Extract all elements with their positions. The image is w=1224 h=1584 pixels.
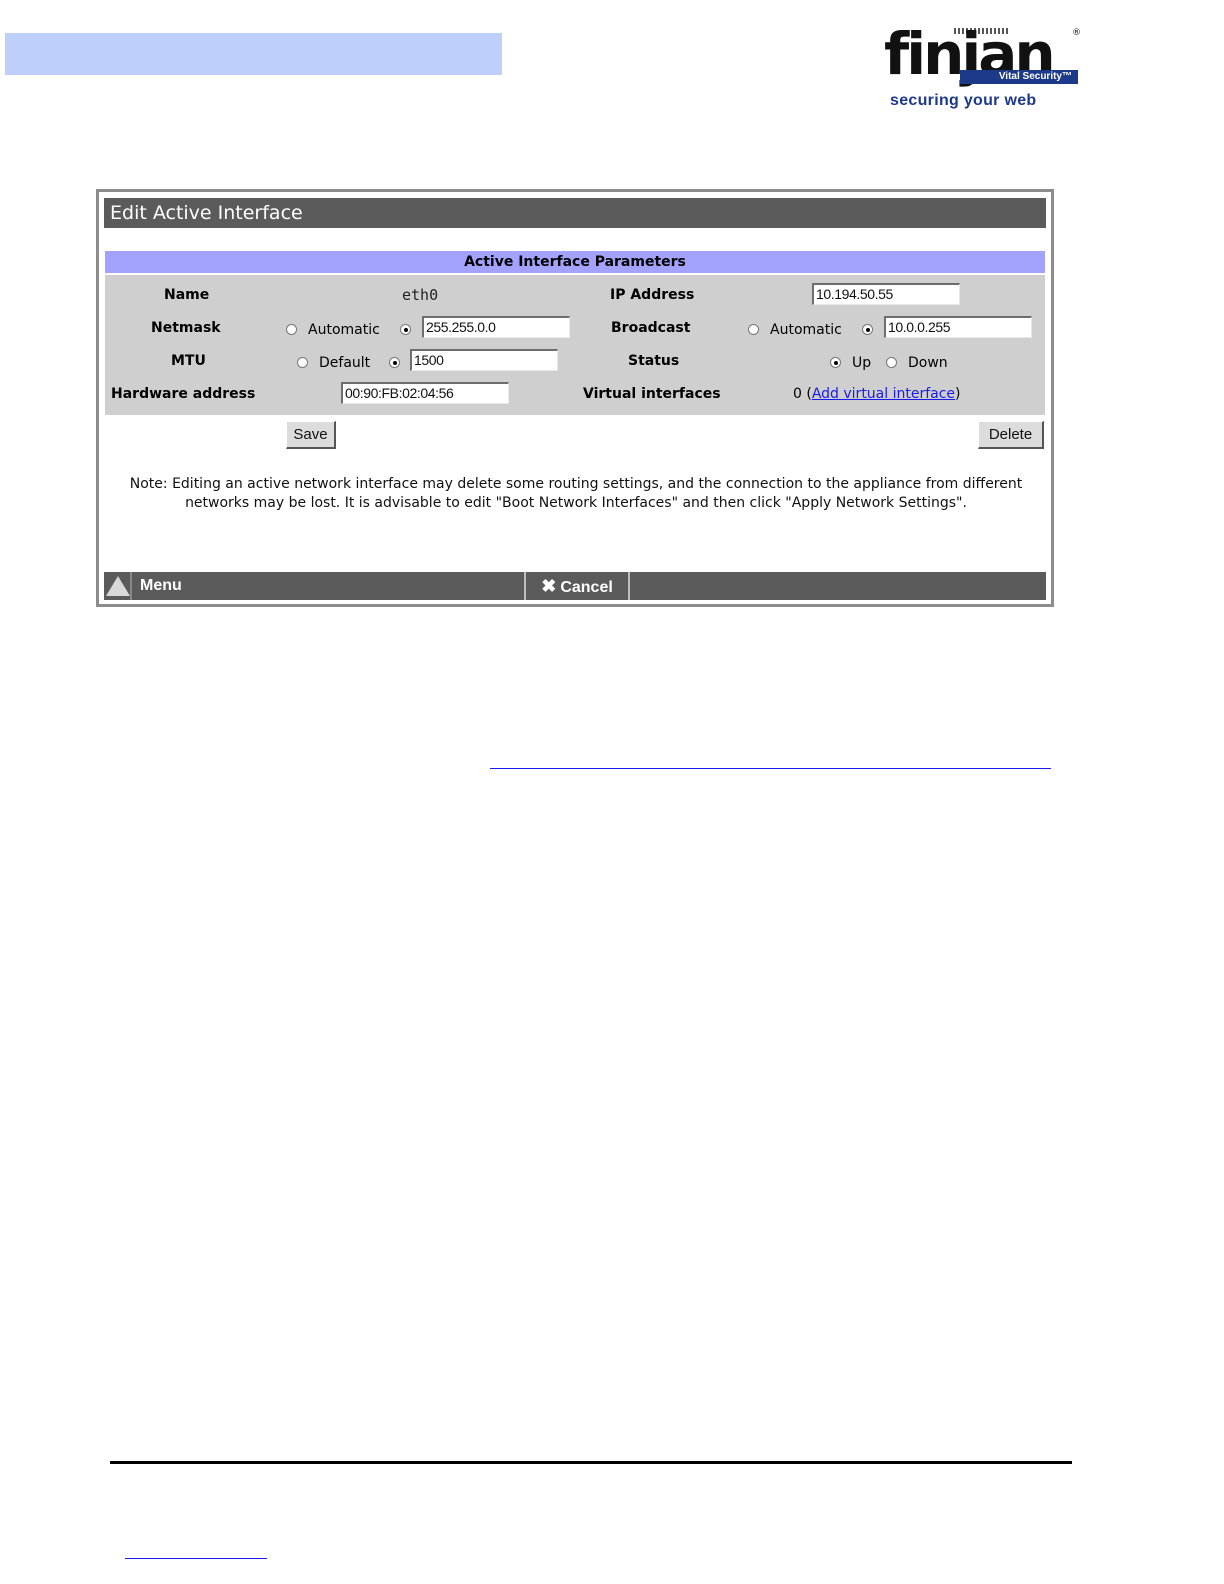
- close-icon: ✖: [541, 576, 557, 596]
- name-value: eth0: [402, 286, 439, 304]
- footer-rule: [110, 1461, 1072, 1464]
- header-accent-bar: [5, 33, 502, 75]
- netmask-automatic-radio[interactable]: [286, 324, 297, 335]
- broadcast-automatic-radio[interactable]: [748, 324, 759, 335]
- footer-link-underline[interactable]: [125, 1558, 267, 1559]
- broadcast-label: Broadcast: [611, 320, 691, 336]
- broadcast-automatic-label: Automatic: [770, 322, 842, 338]
- netmask-label: Netmask: [151, 320, 221, 336]
- add-virtual-interface-link[interactable]: Add virtual interface: [812, 386, 955, 402]
- menu-label: Menu: [140, 577, 182, 594]
- status-label: Status: [628, 353, 680, 369]
- save-button[interactable]: Save: [286, 421, 336, 449]
- broadcast-manual-radio[interactable]: [862, 324, 873, 335]
- virtual-interfaces-label: Virtual interfaces: [583, 386, 721, 402]
- netmask-input[interactable]: 255.255.0.0: [422, 316, 570, 338]
- ip-address-label: IP Address: [610, 287, 695, 303]
- virtual-interfaces-value: 0 (Add virtual interface): [793, 386, 961, 402]
- status-up-radio[interactable]: [830, 357, 841, 368]
- window-title: Edit Active Interface: [104, 198, 1046, 228]
- mtu-default-radio[interactable]: [297, 357, 308, 368]
- cancel-button[interactable]: ✖ Cancel: [526, 572, 630, 600]
- status-up-label: Up: [852, 355, 872, 371]
- section-header: Active Interface Parameters: [105, 251, 1045, 273]
- parameters-panel: Name eth0 IP Address 10.194.50.55 Netmas…: [105, 275, 1045, 415]
- virtual-interfaces-count: 0 (: [793, 386, 812, 402]
- hardware-address-label: Hardware address: [111, 386, 256, 402]
- mtu-label: MTU: [171, 353, 206, 369]
- menu-button[interactable]: Menu: [104, 572, 526, 600]
- edit-interface-window: Edit Active Interface Active Interface P…: [96, 189, 1054, 607]
- hyperlink-underline[interactable]: [490, 768, 1051, 769]
- ip-address-input[interactable]: 10.194.50.55: [812, 283, 960, 305]
- logo-product-badge: Vital Security™: [960, 70, 1078, 84]
- cancel-label: Cancel: [560, 579, 613, 596]
- status-down-label: Down: [908, 355, 948, 371]
- netmask-automatic-label: Automatic: [308, 322, 380, 338]
- broadcast-input[interactable]: 10.0.0.255: [884, 316, 1032, 338]
- mtu-manual-radio[interactable]: [389, 357, 400, 368]
- logo-registered-mark: ®: [1072, 28, 1081, 38]
- mtu-default-label: Default: [319, 355, 371, 371]
- delete-button[interactable]: Delete: [978, 421, 1044, 449]
- status-down-radio[interactable]: [886, 357, 897, 368]
- bottom-toolbar: Menu ✖ Cancel: [104, 572, 1046, 600]
- virtual-interfaces-close: ): [955, 386, 961, 402]
- mtu-input[interactable]: 1500: [410, 349, 558, 371]
- note-text: Note: Editing an active network interfac…: [129, 476, 1023, 511]
- finjan-logo: finjan ® Vital Security™ securing your w…: [880, 22, 1090, 114]
- netmask-manual-radio[interactable]: [400, 324, 411, 335]
- menu-triangle-icon: [104, 572, 132, 600]
- hardware-address-input[interactable]: 00:90:FB:02:04:56: [341, 382, 509, 404]
- logo-tagline: securing your web: [890, 92, 1037, 109]
- name-label: Name: [164, 287, 210, 303]
